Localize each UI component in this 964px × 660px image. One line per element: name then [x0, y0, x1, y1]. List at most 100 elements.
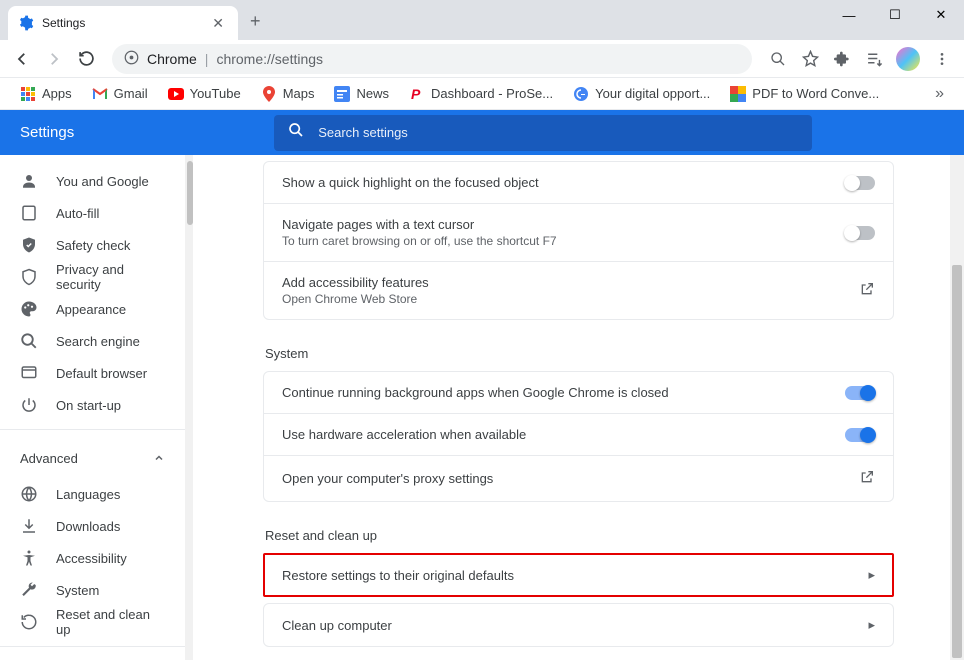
accessibility-card: Show a quick highlight on the focused ob…	[263, 161, 894, 320]
toggle-caret-browsing[interactable]	[845, 226, 875, 240]
download-icon	[20, 517, 38, 535]
pinterest-icon: P	[409, 86, 425, 102]
external-link-icon	[859, 281, 875, 300]
chevron-right-icon: ▸	[868, 617, 875, 633]
settings-main: Show a quick highlight on the focused ob…	[193, 155, 964, 660]
browser-icon	[20, 364, 38, 382]
reading-list-icon[interactable]	[860, 45, 888, 73]
sidebar-item-on-startup[interactable]: On start-up	[0, 389, 185, 421]
row-proxy-settings[interactable]: Open your computer's proxy settings	[264, 455, 893, 501]
bookmark-apps[interactable]: Apps	[12, 82, 80, 106]
browser-tab[interactable]: Settings ✕	[8, 6, 238, 40]
sidebar-item-languages[interactable]: Languages	[0, 478, 185, 510]
site-info-icon[interactable]	[124, 50, 139, 68]
close-icon[interactable]: ✕	[208, 15, 228, 32]
reload-button[interactable]	[72, 45, 100, 73]
sidebar-item-downloads[interactable]: Downloads	[0, 510, 185, 542]
toggle-background-apps[interactable]	[845, 386, 875, 400]
sidebar-item-accessibility[interactable]: Accessibility	[0, 542, 185, 574]
settings-search[interactable]	[274, 115, 812, 151]
external-link-icon	[859, 469, 875, 488]
maps-icon	[261, 86, 277, 102]
sidebar-item-privacy[interactable]: Privacy and security	[0, 261, 185, 293]
window-controls: — ☐ ✕	[826, 0, 964, 30]
person-icon	[20, 172, 38, 190]
bookmark-news[interactable]: News	[326, 82, 397, 106]
cleanup-card: Clean up computer ▸	[263, 603, 894, 647]
accessibility-icon	[20, 549, 38, 567]
bookmark-star-icon[interactable]	[796, 45, 824, 73]
reset-section-title: Reset and clean up	[263, 528, 894, 543]
bookmark-youtube[interactable]: YouTube	[160, 82, 249, 106]
gmail-icon	[92, 86, 108, 102]
main-scrollbar[interactable]	[950, 155, 964, 660]
bookmarks-overflow[interactable]: »	[927, 85, 952, 103]
row-clean-computer[interactable]: Clean up computer ▸	[264, 604, 893, 646]
gear-icon	[18, 15, 34, 31]
sidebar-item-appearance[interactable]: Appearance	[0, 293, 185, 325]
sidebar-extensions[interactable]: Extensions	[0, 655, 185, 660]
search-icon	[20, 332, 38, 350]
row-add-accessibility[interactable]: Add accessibility featuresOpen Chrome We…	[264, 261, 893, 319]
bookmark-maps[interactable]: Maps	[253, 82, 323, 106]
row-quick-highlight[interactable]: Show a quick highlight on the focused ob…	[264, 162, 893, 203]
sidebar-item-system[interactable]: System	[0, 574, 185, 606]
restore-defaults-card: Restore settings to their original defau…	[263, 553, 894, 597]
kebab-menu-icon[interactable]	[928, 45, 956, 73]
bookmark-dashboard[interactable]: PDashboard - ProSe...	[401, 82, 561, 106]
sidebar-item-safety-check[interactable]: Safety check	[0, 229, 185, 261]
toolbar: Chrome | chrome://settings	[0, 40, 964, 78]
extensions-icon[interactable]	[828, 45, 856, 73]
row-restore-defaults[interactable]: Restore settings to their original defau…	[265, 555, 892, 595]
youtube-icon	[168, 86, 184, 102]
settings-sidebar: You and Google Auto-fill Safety check Pr…	[0, 155, 185, 660]
url-scheme: Chrome	[147, 51, 197, 67]
power-icon	[20, 396, 38, 414]
address-bar[interactable]: Chrome | chrome://settings	[112, 44, 752, 74]
bookmarks-bar: Apps Gmail YouTube Maps News PDashboard …	[0, 78, 964, 110]
settings-header: Settings	[0, 110, 964, 155]
wrench-icon	[20, 581, 38, 599]
row-caret-browsing[interactable]: Navigate pages with a text cursorTo turn…	[264, 203, 893, 261]
close-window-button[interactable]: ✕	[918, 0, 964, 30]
shield-icon	[20, 268, 38, 286]
zoom-icon[interactable]	[764, 45, 792, 73]
sidebar-scrollbar[interactable]	[185, 155, 193, 660]
back-button[interactable]	[8, 45, 36, 73]
sidebar-item-search-engine[interactable]: Search engine	[0, 325, 185, 357]
search-icon	[288, 122, 304, 143]
maximize-button[interactable]: ☐	[872, 0, 918, 30]
chevron-up-icon	[153, 452, 165, 464]
title-bar: Settings ✕ + — ☐ ✕	[0, 0, 964, 40]
sidebar-item-reset[interactable]: Reset and clean up	[0, 606, 185, 638]
page-title: Settings	[20, 124, 74, 141]
sidebar-item-autofill[interactable]: Auto-fill	[0, 197, 185, 229]
minimize-button[interactable]: —	[826, 0, 872, 30]
new-tab-button[interactable]: +	[250, 11, 261, 32]
news-icon	[334, 86, 350, 102]
search-input[interactable]	[318, 125, 798, 140]
tab-title: Settings	[42, 16, 208, 30]
bookmark-gmail[interactable]: Gmail	[84, 82, 156, 106]
system-card: Continue running background apps when Go…	[263, 371, 894, 502]
sidebar-advanced-toggle[interactable]: Advanced	[0, 438, 185, 478]
google-icon	[573, 86, 589, 102]
profile-avatar[interactable]	[896, 47, 920, 71]
sidebar-item-default-browser[interactable]: Default browser	[0, 357, 185, 389]
sidebar-item-you-and-google[interactable]: You and Google	[0, 165, 185, 197]
restore-icon	[20, 613, 38, 631]
svg-text:P: P	[411, 86, 421, 102]
toggle-quick-highlight[interactable]	[845, 176, 875, 190]
chevron-right-icon: ▸	[868, 567, 875, 583]
row-hardware-accel[interactable]: Use hardware acceleration when available	[264, 413, 893, 455]
system-section-title: System	[263, 346, 894, 361]
forward-button[interactable]	[40, 45, 68, 73]
palette-icon	[20, 300, 38, 318]
shield-check-icon	[20, 236, 38, 254]
bookmark-digital[interactable]: Your digital opport...	[565, 82, 718, 106]
row-background-apps[interactable]: Continue running background apps when Go…	[264, 372, 893, 413]
bookmark-pdf[interactable]: PDF to Word Conve...	[722, 82, 887, 106]
apps-icon	[20, 86, 36, 102]
toggle-hardware-accel[interactable]	[845, 428, 875, 442]
url-path: chrome://settings	[216, 51, 323, 67]
